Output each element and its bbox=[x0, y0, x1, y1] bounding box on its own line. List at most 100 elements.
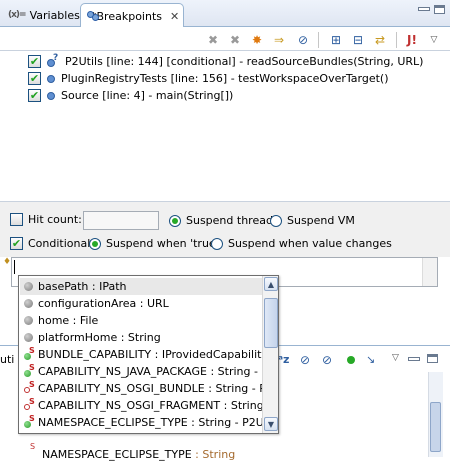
minimize-view-icon[interactable] bbox=[408, 357, 420, 361]
remove-icon[interactable]: ✖ bbox=[205, 32, 221, 48]
proposal-item[interactable]: basePath : IPath bbox=[20, 278, 262, 295]
tab-breakpoints-label: *Breakpoints bbox=[91, 9, 162, 23]
remove-all-icon[interactable]: ✖ bbox=[227, 32, 243, 48]
hit-count-option[interactable]: ✔ Hit count: bbox=[10, 213, 82, 226]
proposal-item[interactable]: configurationArea : URL bbox=[20, 295, 262, 312]
skip-breakpoints-icon[interactable]: ⊘ bbox=[322, 353, 332, 367]
conditional-breakpoint-icon: ? bbox=[47, 53, 59, 68]
collapse-icon[interactable]: ↘ bbox=[366, 353, 375, 366]
proposal-label: CAPABILITY_NS_OSGI_BUNDLE : String - P2U… bbox=[38, 382, 262, 395]
content-assist-marker-icon: ♦ bbox=[3, 257, 12, 267]
field-icon bbox=[24, 299, 33, 308]
proposal-label: configurationArea : URL bbox=[38, 297, 169, 310]
suspend-when-true-radio[interactable] bbox=[89, 237, 101, 250]
lower-tab-fragment[interactable]: uti bbox=[0, 353, 14, 366]
private-static-field-icon: S bbox=[24, 397, 35, 411]
collapse-all-icon[interactable]: ⊟ bbox=[350, 32, 366, 48]
proposal-item[interactable]: S NAMESPACE_ECLIPSE_TYPE : String - P2Ut… bbox=[20, 414, 262, 431]
breakpoint-enabled-checkbox[interactable]: ✔ bbox=[28, 89, 41, 102]
lower-variable-row[interactable]: NAMESPACE_ECLIPSE_TYPE : String bbox=[42, 448, 235, 461]
private-static-field-icon: S bbox=[24, 380, 35, 394]
view-menu-icon[interactable]: ▽ bbox=[426, 32, 442, 48]
link-with-debug-icon[interactable]: ⇄ bbox=[372, 32, 388, 48]
proposal-scrollbar[interactable]: ▲ ▼ bbox=[262, 276, 278, 433]
proposal-item[interactable]: platformHome : String bbox=[20, 329, 262, 346]
close-tab-icon[interactable]: ✕ bbox=[170, 10, 179, 23]
proposal-item[interactable]: home : File bbox=[20, 312, 262, 329]
conditional-checkbox[interactable]: ✔ bbox=[10, 237, 23, 250]
proposal-list: basePath : IPath configurationArea : URL… bbox=[19, 276, 262, 433]
breakpoint-label: PluginRegistryTests [line: 156] - testWo… bbox=[61, 72, 389, 85]
breakpoint-enabled-checkbox[interactable]: ✔ bbox=[28, 55, 41, 68]
maximize-view-icon[interactable] bbox=[434, 5, 445, 14]
breakpoint-label: P2Utils [line: 144] [conditional] - read… bbox=[65, 55, 424, 68]
show-type-names-icon[interactable]: ᵃz bbox=[278, 353, 289, 366]
suspend-thread-label: Suspend thread bbox=[186, 214, 273, 227]
breakpoints-toolbar: ✖ ✖ ✸ ⇒ ⊘ ⊞ ⊟ ⇄ J! ▽ bbox=[0, 27, 450, 51]
suspend-when-true-label: Suspend when 'true' bbox=[106, 237, 219, 250]
tab-variables-label: Variables bbox=[29, 8, 80, 22]
proposal-label: NAMESPACE_ECLIPSE_TYPE : String - P2Util… bbox=[38, 416, 262, 429]
proposal-item[interactable]: S CAPABILITY_NS_OSGI_FRAGMENT : String -… bbox=[20, 397, 262, 414]
go-to-file-icon[interactable]: ⇒ bbox=[271, 32, 287, 48]
scroll-down-icon[interactable]: ▼ bbox=[264, 417, 278, 431]
breakpoint-item[interactable]: ✔ Source [line: 4] - main(String[]) bbox=[28, 87, 233, 104]
minimize-view-icon[interactable] bbox=[418, 7, 430, 11]
view-menu-icon[interactable]: ▽ bbox=[392, 353, 399, 363]
static-field-icon: S bbox=[24, 346, 35, 360]
hit-count-checkbox[interactable]: ✔ bbox=[10, 213, 23, 226]
suspend-vm-radio[interactable] bbox=[270, 214, 282, 227]
hit-count-label: Hit count: bbox=[28, 213, 82, 226]
proposal-label: CAPABILITY_NS_OSGI_FRAGMENT : String - P bbox=[38, 399, 262, 412]
suspend-vm-label: Suspend VM bbox=[287, 214, 355, 227]
show-supported-icon[interactable]: ✸ bbox=[249, 32, 265, 48]
conditional-label: Conditional bbox=[28, 237, 91, 250]
content-assist-popup[interactable]: basePath : IPath configurationArea : URL… bbox=[18, 275, 279, 434]
proposal-label: CAPABILITY_NS_JAVA_PACKAGE : String - P2… bbox=[38, 365, 262, 378]
skip-all-icon[interactable]: ⊘ bbox=[295, 32, 311, 48]
hit-count-input[interactable] bbox=[83, 211, 159, 230]
suspend-thread-radio[interactable] bbox=[169, 214, 181, 227]
breakpoint-icon bbox=[47, 91, 55, 100]
breakpoint-label: Source [line: 4] - main(String[]) bbox=[61, 89, 234, 102]
lower-toolbar: ᵃz ⊘ ⊘ ↘ ▽ bbox=[278, 353, 448, 371]
enabled-indicator-icon[interactable] bbox=[347, 356, 355, 364]
view-tab-bar: (x)= Variables *Breakpoints ✕ bbox=[0, 0, 450, 28]
proposal-label: basePath : IPath bbox=[38, 280, 127, 293]
breakpoint-enabled-checkbox[interactable]: ✔ bbox=[28, 72, 41, 85]
show-logical-icon[interactable]: ⊘ bbox=[300, 353, 310, 367]
lower-scrollbar-thumb[interactable] bbox=[430, 402, 441, 452]
proposal-item[interactable]: S BUNDLE_CAPABILITY : IProvidedCapabilit… bbox=[20, 346, 262, 363]
suspend-when-changes-radio[interactable] bbox=[211, 237, 223, 250]
proposal-item[interactable]: S CAPABILITY_NS_OSGI_BUNDLE : String - P… bbox=[20, 380, 262, 397]
tab-breakpoints[interactable]: *Breakpoints ✕ bbox=[80, 3, 184, 28]
text-caret bbox=[14, 260, 15, 274]
breakpoint-icon bbox=[47, 74, 55, 83]
breakpoint-list: ✔ ? P2Utils [line: 144] [conditional] - … bbox=[0, 51, 450, 201]
variables-icon: (x)= bbox=[8, 10, 27, 20]
field-icon bbox=[24, 282, 33, 291]
suspend-when-true-option[interactable]: Suspend when 'true' bbox=[89, 237, 219, 250]
static-field-icon: S bbox=[24, 363, 35, 377]
suspend-when-changes-option[interactable]: Suspend when value changes bbox=[211, 237, 392, 250]
java-exception-icon[interactable]: J! bbox=[404, 32, 420, 48]
suspend-thread-option[interactable]: Suspend thread bbox=[169, 214, 273, 227]
static-field-icon: S bbox=[24, 414, 35, 428]
tab-variables[interactable]: (x)= Variables bbox=[2, 3, 80, 27]
expand-all-icon[interactable]: ⊞ bbox=[328, 32, 344, 48]
proposal-item[interactable]: S CAPABILITY_NS_JAVA_PACKAGE : String - … bbox=[20, 363, 262, 380]
editor-scrollbar[interactable] bbox=[422, 258, 437, 286]
breakpoint-details: ✔ Hit count: Suspend thread Suspend VM ✔… bbox=[0, 201, 450, 257]
breakpoint-item[interactable]: ✔ PluginRegistryTests [line: 156] - test… bbox=[28, 70, 389, 87]
proposal-scrollbar-thumb[interactable] bbox=[264, 298, 278, 348]
proposal-label: BUNDLE_CAPABILITY : IProvidedCapability … bbox=[38, 348, 262, 361]
static-marker-icon: S bbox=[30, 442, 36, 451]
field-icon bbox=[24, 316, 33, 325]
suspend-vm-option[interactable]: Suspend VM bbox=[270, 214, 355, 227]
scroll-up-icon[interactable]: ▲ bbox=[264, 277, 278, 291]
breakpoint-item[interactable]: ✔ ? P2Utils [line: 144] [conditional] - … bbox=[28, 53, 423, 70]
suspend-when-changes-label: Suspend when value changes bbox=[228, 237, 392, 250]
conditional-option[interactable]: ✔ Conditional bbox=[10, 237, 90, 250]
maximize-view-icon[interactable] bbox=[427, 354, 438, 363]
field-icon bbox=[24, 333, 33, 342]
